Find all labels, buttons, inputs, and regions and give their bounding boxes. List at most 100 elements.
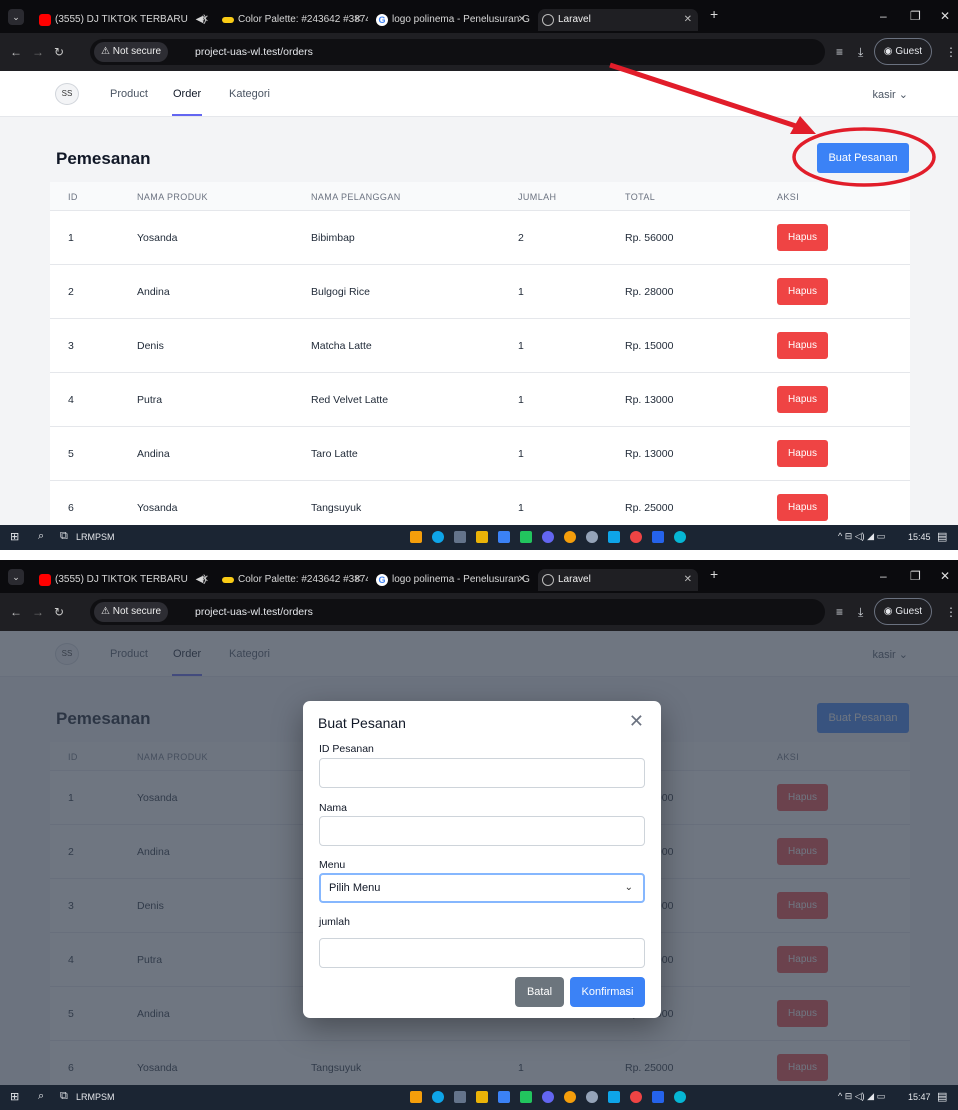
back-icon[interactable]: ←	[10, 605, 22, 619]
app-icon[interactable]	[410, 1091, 422, 1103]
close-tab-icon[interactable]: ✕	[518, 9, 526, 31]
store-icon[interactable]	[454, 1091, 466, 1103]
address-bar[interactable]: ⚠ Not secure project-uas-wl.test/orders	[90, 599, 825, 625]
reading-list-icon[interactable]: ≡	[836, 45, 843, 59]
user-menu[interactable]: kasir ⌄	[873, 88, 909, 101]
minimize-icon[interactable]: –	[880, 569, 887, 583]
cancel-button[interactable]: Batal	[515, 977, 564, 1007]
chrome-icon[interactable]	[564, 1091, 576, 1103]
buat-pesanan-button[interactable]: Buat Pesanan	[817, 143, 909, 173]
windows-start-icon[interactable]: ⊞	[10, 1090, 19, 1103]
app-icon[interactable]	[520, 531, 532, 543]
browser-tab-laravel[interactable]: Laravel ✕	[538, 569, 698, 591]
nav-link-order[interactable]: Order	[173, 88, 201, 100]
download-icon[interactable]: ⤓	[858, 605, 863, 620]
edge-icon[interactable]	[432, 1091, 444, 1103]
chrome-active-icon[interactable]	[630, 531, 642, 543]
hapus-button[interactable]: Hapus	[777, 440, 828, 467]
app-icon[interactable]	[520, 1091, 532, 1103]
browser-tab-google[interactable]: G logo polinema - Penelusuran G ✕	[372, 569, 532, 591]
windows-taskbar: ⊞ ⌕ ⧉ LRMPSM ^ ⊟ ◁) ◢ ▭ 15:47 ▤	[0, 1085, 958, 1110]
chrome-active-icon[interactable]	[630, 1091, 642, 1103]
word-icon[interactable]	[652, 531, 664, 543]
forward-icon[interactable]: →	[32, 605, 44, 619]
close-tab-icon[interactable]: ✕	[201, 569, 209, 591]
close-tab-icon[interactable]: ✕	[354, 569, 362, 591]
zoom-icon[interactable]	[542, 531, 554, 543]
close-tab-icon[interactable]: ✕	[684, 9, 692, 31]
new-tab-button[interactable]: +	[710, 566, 718, 582]
task-view-icon[interactable]: ⧉	[60, 530, 68, 543]
download-icon[interactable]: ⤓	[858, 45, 863, 60]
close-icon[interactable]: ✕	[629, 711, 644, 732]
windows-start-icon[interactable]: ⊞	[10, 530, 19, 543]
close-window-icon[interactable]: ✕	[940, 9, 950, 23]
close-tab-icon[interactable]: ✕	[201, 9, 209, 31]
nama-input[interactable]	[319, 816, 645, 846]
hapus-button[interactable]: Hapus	[777, 278, 828, 305]
mail-icon[interactable]	[498, 531, 510, 543]
nav-link-product[interactable]: Product	[110, 88, 148, 100]
tab-search-button[interactable]: ⌄	[8, 569, 24, 585]
notification-icon[interactable]: ▤	[937, 1090, 947, 1103]
tab-search-button[interactable]: ⌄	[8, 9, 24, 25]
system-tray-icons[interactable]: ^ ⊟ ◁) ◢ ▭	[838, 1091, 885, 1102]
folder-icon[interactable]	[476, 1091, 488, 1103]
close-tab-icon[interactable]: ✕	[354, 9, 362, 31]
reading-list-icon[interactable]: ≡	[836, 605, 843, 619]
word-icon[interactable]	[652, 1091, 664, 1103]
app-icon[interactable]	[586, 531, 598, 543]
forward-icon[interactable]: →	[32, 45, 44, 59]
zoom-icon[interactable]	[542, 1091, 554, 1103]
app-icon[interactable]	[410, 531, 422, 543]
not-secure-badge[interactable]: ⚠ Not secure	[94, 42, 169, 62]
hapus-button[interactable]: Hapus	[777, 332, 828, 359]
notification-icon[interactable]: ▤	[937, 530, 947, 543]
browser-tab-youtube[interactable]: (3555) DJ TIKTOK TERBARU ◀) ✕	[35, 569, 215, 591]
minimize-icon[interactable]: –	[880, 9, 887, 23]
app-icon[interactable]	[674, 1091, 686, 1103]
search-icon[interactable]: ⌕	[38, 1090, 44, 1103]
task-view-icon[interactable]: ⧉	[60, 1090, 68, 1103]
jumlah-input[interactable]	[319, 938, 645, 968]
menu-kebab-icon[interactable]: ⋮	[945, 605, 957, 619]
search-icon[interactable]: ⌕	[38, 530, 44, 543]
system-tray-icons[interactable]: ^ ⊟ ◁) ◢ ▭	[838, 531, 885, 542]
reload-icon[interactable]: ↻	[54, 45, 64, 59]
close-window-icon[interactable]: ✕	[940, 569, 950, 583]
menu-select[interactable]: Pilih Menu ⌄	[319, 873, 645, 903]
guest-profile-button[interactable]: ◉ Guest	[873, 38, 932, 65]
folder-icon[interactable]	[476, 531, 488, 543]
close-tab-icon[interactable]: ✕	[684, 569, 692, 591]
browser-tab-color-palette[interactable]: Color Palette: #243642 #38747 ✕	[218, 569, 368, 591]
address-bar[interactable]: ⚠ Not secure project-uas-wl.test/orders	[90, 39, 825, 65]
browser-tab-youtube[interactable]: (3555) DJ TIKTOK TERBARU ◀) ✕	[35, 9, 215, 31]
browser-tab-laravel[interactable]: Laravel ✕	[538, 9, 698, 31]
browser-tab-google[interactable]: G logo polinema - Penelusuran G ✕	[372, 9, 532, 31]
back-icon[interactable]: ←	[10, 45, 22, 59]
app-logo[interactable]: SS	[55, 83, 79, 105]
guest-profile-button[interactable]: ◉ Guest	[873, 598, 932, 625]
restore-icon[interactable]: ❐	[910, 569, 921, 583]
vscode-icon[interactable]	[608, 531, 620, 543]
mail-icon[interactable]	[498, 1091, 510, 1103]
hapus-button[interactable]: Hapus	[777, 386, 828, 413]
restore-icon[interactable]: ❐	[910, 9, 921, 23]
not-secure-badge[interactable]: ⚠ Not secure	[94, 602, 169, 622]
browser-tab-color-palette[interactable]: Color Palette: #243642 #38747 ✕	[218, 9, 368, 31]
store-icon[interactable]	[454, 531, 466, 543]
edge-icon[interactable]	[432, 531, 444, 543]
confirm-button[interactable]: Konfirmasi	[570, 977, 645, 1007]
hapus-button[interactable]: Hapus	[777, 224, 828, 251]
chrome-icon[interactable]	[564, 531, 576, 543]
new-tab-button[interactable]: +	[710, 6, 718, 22]
menu-kebab-icon[interactable]: ⋮	[945, 45, 957, 59]
id-pesanan-input[interactable]	[319, 758, 645, 788]
nav-link-kategori[interactable]: Kategori	[229, 88, 270, 100]
vscode-icon[interactable]	[608, 1091, 620, 1103]
app-icon[interactable]	[674, 531, 686, 543]
reload-icon[interactable]: ↻	[54, 605, 64, 619]
close-tab-icon[interactable]: ✕	[518, 569, 526, 591]
hapus-button[interactable]: Hapus	[777, 494, 828, 521]
app-icon[interactable]	[586, 1091, 598, 1103]
